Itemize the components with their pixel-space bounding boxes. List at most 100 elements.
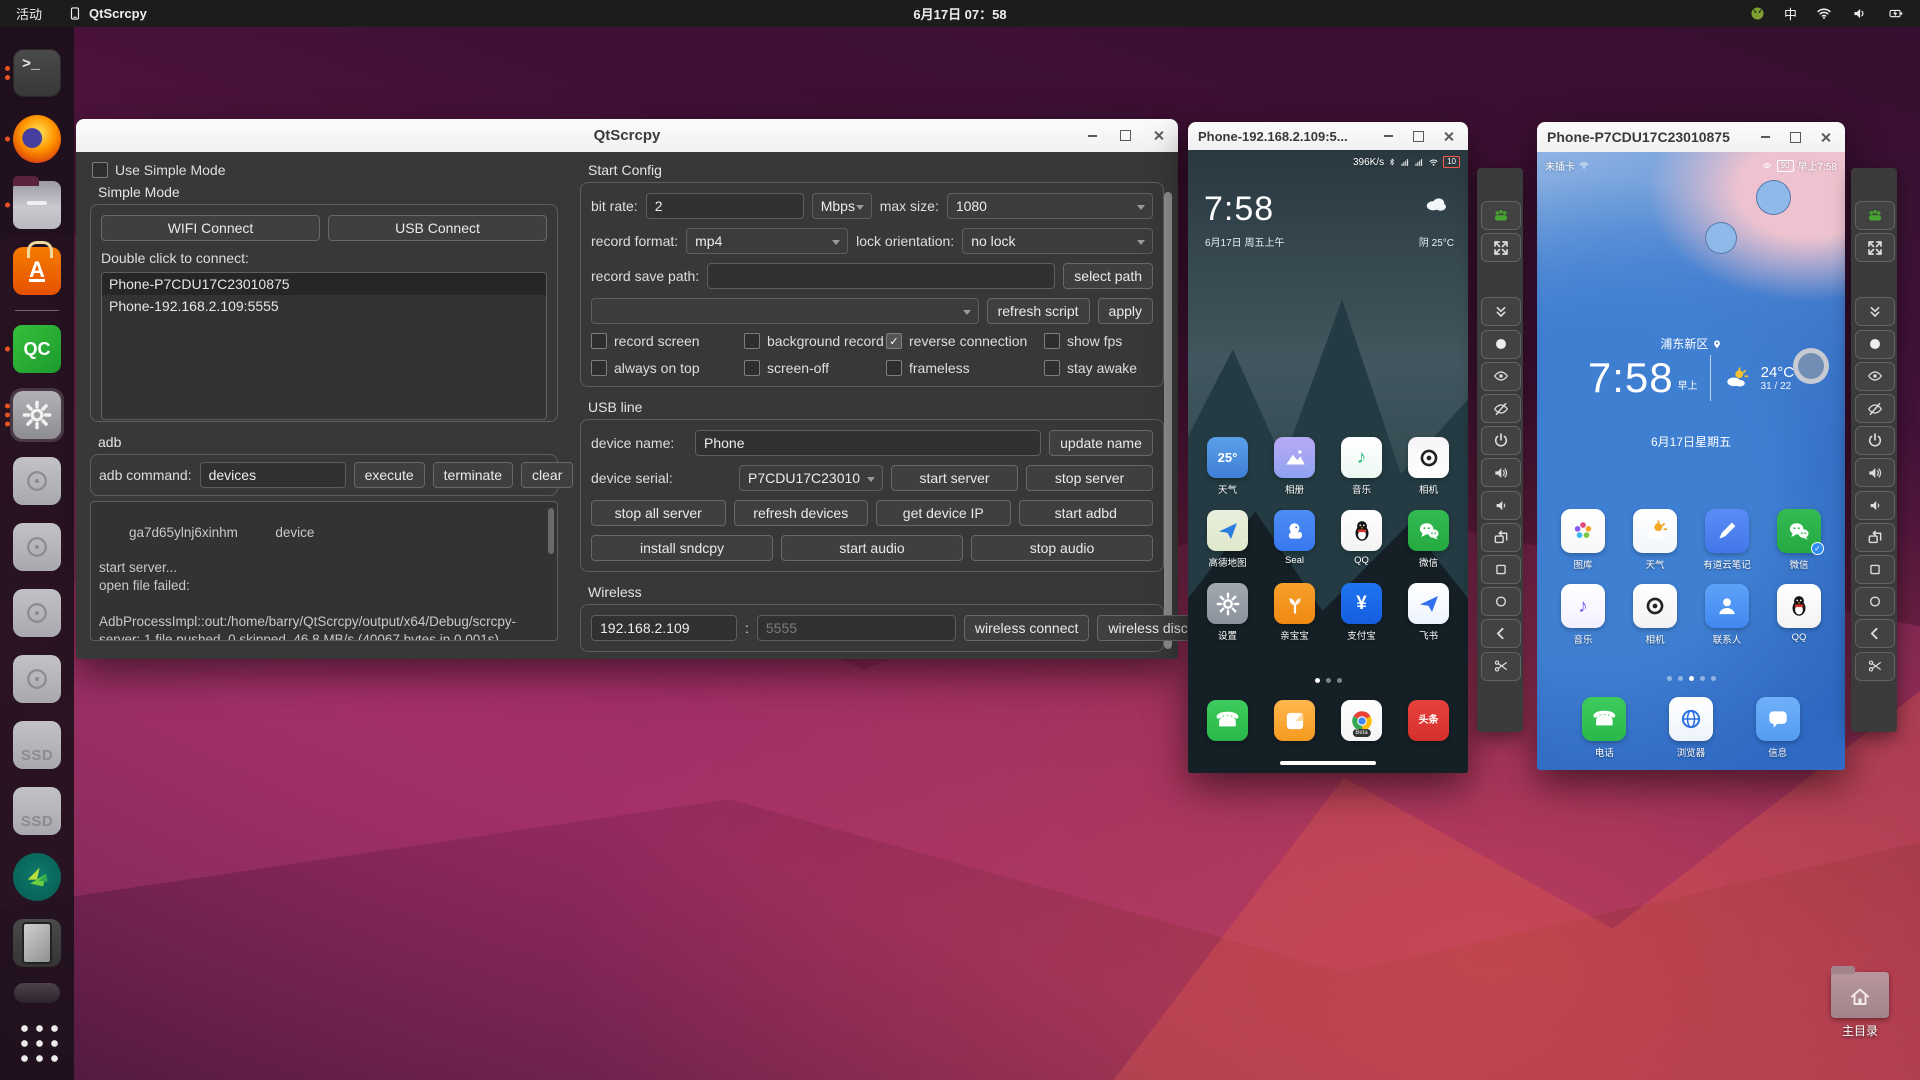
expand-menu-button[interactable] xyxy=(1855,297,1895,327)
screenshot-button[interactable] xyxy=(1855,329,1895,359)
device-list-item[interactable]: Phone-P7CDU17C23010875 xyxy=(102,273,546,295)
max-size-dropdown[interactable]: 1080 xyxy=(946,193,1153,219)
app-amap[interactable]: 高德地图 xyxy=(1196,510,1260,569)
volume-up-button[interactable] xyxy=(1481,458,1521,488)
volume-icon[interactable] xyxy=(1851,6,1868,21)
option-record-screen[interactable]: record screen xyxy=(591,333,744,349)
app-weather[interactable]: 天气 xyxy=(1623,509,1687,571)
execute-button[interactable]: execute xyxy=(353,462,425,488)
stop-all-server-button[interactable]: stop all server xyxy=(591,500,726,526)
main-window-titlebar[interactable]: QtScrcpy xyxy=(76,119,1178,153)
app-messages[interactable] xyxy=(1263,700,1327,741)
frameless-checkbox[interactable] xyxy=(886,360,902,376)
mirror-group-button[interactable] xyxy=(1855,201,1895,230)
app-toutiao[interactable]: 头条 xyxy=(1397,700,1461,741)
option-always-on-top[interactable]: always on top xyxy=(591,360,744,376)
crop-screenshot-button[interactable] xyxy=(1481,651,1521,681)
dock-item-terminal[interactable]: >_ xyxy=(0,40,74,106)
app-chrome[interactable]: Beta xyxy=(1330,700,1394,741)
app-seal[interactable]: Seal xyxy=(1263,510,1327,569)
get-device-ip-button[interactable]: get device IP xyxy=(876,500,1011,526)
start-audio-button[interactable]: start audio xyxy=(781,535,963,561)
app-qinbaobao[interactable]: 亲宝宝 xyxy=(1263,583,1327,642)
screen-off-checkbox[interactable] xyxy=(744,360,760,376)
crop-screenshot-button[interactable] xyxy=(1855,651,1895,681)
dock-item-disk-1[interactable] xyxy=(0,448,74,514)
select-path-button[interactable]: select path xyxy=(1063,263,1153,289)
background-record-checkbox[interactable] xyxy=(744,333,760,349)
rotate-screen-button[interactable] xyxy=(1855,522,1895,552)
refresh-devices-button[interactable]: refresh devices xyxy=(733,500,868,526)
adb-command-input[interactable] xyxy=(199,462,346,488)
phone2-titlebar[interactable]: Phone-P7CDU17C23010875 xyxy=(1537,122,1845,153)
dock-item-firefox[interactable] xyxy=(0,106,74,172)
update-name-button[interactable]: update name xyxy=(1049,430,1153,456)
option-screen-off[interactable]: screen-off xyxy=(744,360,886,376)
app-music[interactable]: ♪ 音乐 xyxy=(1551,584,1615,646)
app-phone-call[interactable]: ☎ xyxy=(1196,700,1260,741)
device-list-item[interactable]: Phone-192.168.2.109:5555 xyxy=(102,295,546,317)
app-feishu[interactable]: 飞书 xyxy=(1397,583,1461,642)
app-gallery[interactable]: 相册 xyxy=(1263,437,1327,496)
option-reverse-connection[interactable]: ✓ reverse connection xyxy=(886,333,1044,349)
stop-audio-button[interactable]: stop audio xyxy=(971,535,1153,561)
mirror-group-button[interactable] xyxy=(1481,201,1521,230)
minimize-button[interactable] xyxy=(1755,127,1775,147)
dock-item-files[interactable] xyxy=(0,172,74,238)
home-button[interactable] xyxy=(1855,587,1895,617)
power-button[interactable] xyxy=(1481,426,1521,456)
close-button[interactable] xyxy=(1148,126,1168,146)
device-name-input[interactable] xyxy=(695,430,1041,456)
android-tray-icon[interactable] xyxy=(1749,5,1766,22)
minimize-button[interactable] xyxy=(1082,126,1102,146)
show-screen-button[interactable] xyxy=(1481,361,1521,391)
app-settings[interactable]: 设置 xyxy=(1196,583,1260,642)
dock-item-ubuntu-software[interactable]: A xyxy=(0,238,74,304)
dock-item-phone-device[interactable] xyxy=(0,910,74,976)
clock-menu[interactable]: 6月17日 07：58 xyxy=(0,4,1920,23)
phone1-screen[interactable]: 396K/s 10 7:58 6月17日 周五上午 阴 25°C 25° 天气 相册… xyxy=(1188,150,1468,773)
volume-down-button[interactable] xyxy=(1855,490,1895,520)
show-screen-button[interactable] xyxy=(1855,361,1895,391)
volume-up-button[interactable] xyxy=(1855,458,1895,488)
apply-button[interactable]: apply xyxy=(1097,298,1153,324)
wireless-port-input[interactable] xyxy=(756,615,956,641)
app-gallery[interactable]: 图库 xyxy=(1551,509,1615,571)
install-sndcpy-button[interactable]: install sndcpy xyxy=(591,535,773,561)
input-method-indicator[interactable]: 中 xyxy=(1784,4,1797,23)
log-scrollbar[interactable] xyxy=(548,508,554,554)
app-qq[interactable]: QQ xyxy=(1767,584,1831,646)
screenshot-button[interactable] xyxy=(1481,329,1521,359)
close-button[interactable] xyxy=(1438,126,1458,146)
phone1-home-bar[interactable] xyxy=(1280,761,1376,765)
app-camera[interactable]: 相机 xyxy=(1623,584,1687,646)
use-simple-mode-option[interactable]: Use Simple Mode xyxy=(92,162,558,178)
app-messages[interactable]: 信息 xyxy=(1746,697,1810,759)
option-stay-awake[interactable]: stay awake xyxy=(1044,360,1153,376)
usb-connect-button[interactable]: USB Connect xyxy=(328,215,547,241)
stop-server-button[interactable]: stop server xyxy=(1026,465,1154,491)
window-scrollbar[interactable] xyxy=(1164,192,1172,649)
dock-item-ssd-1[interactable]: SSD xyxy=(0,712,74,778)
close-button[interactable] xyxy=(1815,127,1835,147)
hide-screen-button[interactable] xyxy=(1481,394,1521,423)
wifi-connect-button[interactable]: WIFI Connect xyxy=(101,215,320,241)
app-youdao-note[interactable]: 有道云笔记 xyxy=(1695,509,1759,571)
start-server-button[interactable]: start server xyxy=(891,465,1019,491)
app-wechat[interactable]: 微信 xyxy=(1397,510,1461,569)
app-phone-call[interactable]: ☎ 电话 xyxy=(1572,697,1636,759)
dock-item-media-player[interactable] xyxy=(0,844,74,910)
always-on-top-checkbox[interactable] xyxy=(591,360,607,376)
app-qq[interactable]: QQ xyxy=(1330,510,1394,569)
hide-screen-button[interactable] xyxy=(1855,394,1895,423)
record-format-dropdown[interactable]: mp4 xyxy=(686,228,849,254)
wifi-icon[interactable] xyxy=(1815,6,1833,21)
dock-item-show-applications[interactable] xyxy=(0,1010,74,1072)
app-music[interactable]: ♪ 音乐 xyxy=(1330,437,1394,496)
phone1-titlebar[interactable]: Phone-192.168.2.109:5... xyxy=(1188,122,1468,151)
lock-orientation-dropdown[interactable]: no lock xyxy=(962,228,1153,254)
app-switch-button[interactable] xyxy=(1481,555,1521,584)
back-button[interactable] xyxy=(1481,619,1521,649)
maximize-button[interactable] xyxy=(1115,126,1135,146)
dock-item-disk-2[interactable] xyxy=(0,514,74,580)
